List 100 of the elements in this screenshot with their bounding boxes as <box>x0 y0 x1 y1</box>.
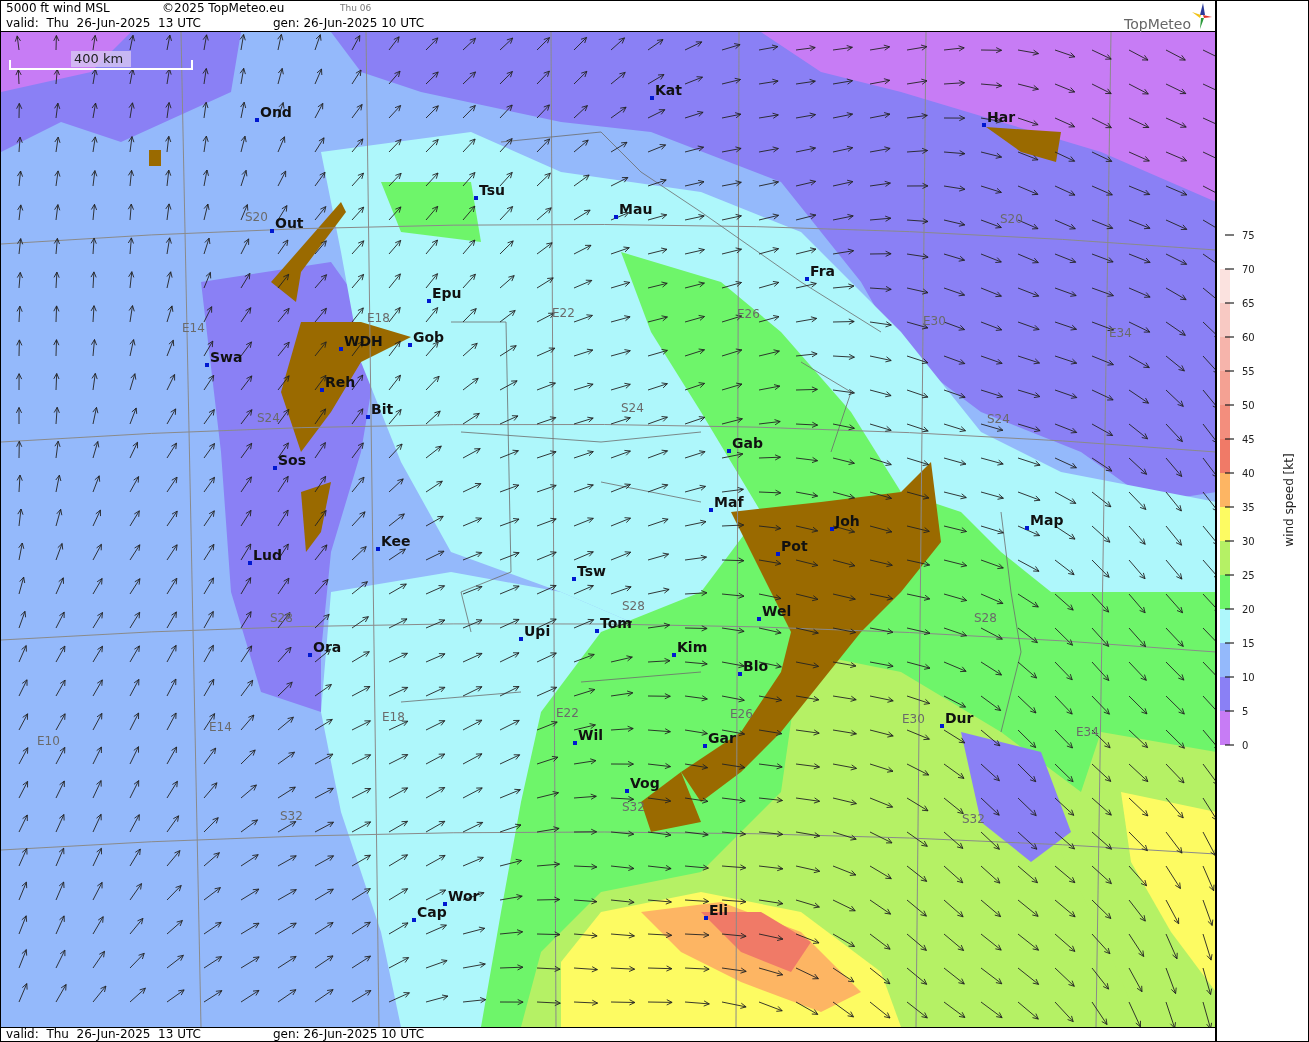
city-label: Kim <box>677 639 708 655</box>
city-label: Blo <box>743 658 769 674</box>
legend-tick <box>1224 642 1235 644</box>
legend-tick-label: 30 <box>1242 536 1255 547</box>
city-marker <box>982 123 986 127</box>
grid-coordinate-label: S20 <box>245 210 268 224</box>
legend-tick <box>1224 268 1235 270</box>
legend-tick <box>1224 608 1235 610</box>
compass-star-icon <box>1191 2 1213 30</box>
city-label: Dur <box>945 710 974 726</box>
city-label: Sos <box>278 452 307 468</box>
city-marker <box>1025 526 1029 530</box>
city-label: Wil <box>578 727 604 743</box>
legend-tick <box>1224 506 1235 508</box>
grid-coordinate-label: S24 <box>621 401 644 415</box>
city-marker <box>427 299 431 303</box>
legend-tick-label: 55 <box>1242 366 1255 377</box>
city-label: Gar <box>708 730 736 746</box>
legend-tick-label: 5 <box>1242 706 1249 717</box>
city-label: Kat <box>655 82 682 98</box>
legend-tick-label: 35 <box>1242 502 1255 513</box>
city-label: Tsu <box>479 182 505 198</box>
legend-tick <box>1224 472 1235 474</box>
grid-coordinate-label: E26 <box>730 707 753 721</box>
grid-coordinate-label: E30 <box>923 314 946 328</box>
grid-coordinate-label: E22 <box>556 706 579 720</box>
city-label: Eli <box>709 902 729 918</box>
city-marker <box>273 466 277 470</box>
legend-tick-label: 15 <box>1242 638 1255 649</box>
legend-tick-label: 45 <box>1242 434 1255 445</box>
city-marker <box>339 347 343 351</box>
grid-coordinate-label: E10 <box>37 734 60 748</box>
grid-coordinate-label: E30 <box>902 712 925 726</box>
legend-tick <box>1224 540 1235 542</box>
city-label: Pot <box>781 538 808 554</box>
city-label: WDH <box>344 333 383 349</box>
grid-coordinate-label: E34 <box>1076 725 1099 739</box>
city-marker <box>805 277 809 281</box>
city-label: Map <box>1030 512 1064 528</box>
legend-tick-label: 40 <box>1242 468 1255 479</box>
city-label: Vog <box>630 775 660 791</box>
city-marker <box>412 918 416 922</box>
city-marker <box>308 653 312 657</box>
city-label: Ora <box>313 639 342 655</box>
city-marker <box>519 637 523 641</box>
map-title: 5000 ft wind MSL <box>6 1 111 16</box>
city-label: Swa <box>210 349 243 365</box>
city-label: Har <box>987 109 1016 125</box>
legend-tick <box>1224 336 1235 338</box>
logo-text: TopMeteo <box>1124 16 1191 32</box>
city-label: Mau <box>619 201 653 217</box>
city-label: Lud <box>253 547 282 563</box>
city-label: Maf <box>714 494 744 510</box>
grid-coordinate-label: E22 <box>552 306 575 320</box>
valid-time: valid: Thu 26-Jun-2025 13 UTC <box>6 16 201 31</box>
city-marker <box>270 229 274 233</box>
valid-time: valid: Thu 26-Jun-2025 13 UTC <box>6 1028 201 1041</box>
city-marker <box>709 508 713 512</box>
grid-coordinate-label: S28 <box>622 599 645 613</box>
city-marker <box>376 547 380 551</box>
legend-tick-label: 20 <box>1242 604 1255 615</box>
grid-coordinate-label: E34 <box>1109 326 1132 340</box>
city-marker <box>595 629 599 633</box>
generated-time: gen: 26-Jun-2025 10 UTC <box>273 1028 425 1041</box>
grid-coordinate-label: S32 <box>622 800 645 814</box>
generated-time: gen: 26-Jun-2025 10 UTC <box>273 16 425 31</box>
city-label: Gab <box>732 435 763 451</box>
legend-tick-label: 0 <box>1242 740 1249 751</box>
legend-tick-label: 10 <box>1242 672 1255 683</box>
legend-tick <box>1224 438 1235 440</box>
city-label: Bit <box>371 401 394 417</box>
city-marker <box>625 789 629 793</box>
city-label: Tom <box>600 615 632 631</box>
scale-label: 400 km <box>74 51 124 66</box>
legend-tick <box>1224 404 1235 406</box>
grid-coordinate-label: S32 <box>280 809 303 823</box>
copyright-text: ©2025 TopMeteo.eu <box>162 1 286 16</box>
legend-tick-label: 70 <box>1242 264 1255 275</box>
grid-coordinate-label: S20 <box>1000 212 1023 226</box>
city-label: Ond <box>260 104 292 120</box>
grid-coordinate-label: S28 <box>974 611 997 625</box>
legend-tick <box>1224 574 1235 576</box>
city-label: Gob <box>413 329 445 345</box>
city-marker <box>366 415 370 419</box>
legend-tick-label: 50 <box>1242 400 1255 411</box>
city-marker <box>940 724 944 728</box>
legend-tick <box>1224 370 1235 372</box>
legend-tick-label: 25 <box>1242 570 1255 581</box>
city-label: Tsw <box>577 563 606 579</box>
city-marker <box>572 577 576 581</box>
legend-tick <box>1224 710 1235 712</box>
city-label: Epu <box>432 285 462 301</box>
city-marker <box>704 916 708 920</box>
legend-tick <box>1224 744 1235 746</box>
city-marker <box>776 552 780 556</box>
legend-title: wind speed [kt] <box>1282 453 1296 547</box>
grid-coordinate-label: E26 <box>737 307 760 321</box>
city-label: Joh <box>835 513 860 529</box>
city-label: Wor <box>448 888 480 904</box>
city-marker <box>738 672 742 676</box>
